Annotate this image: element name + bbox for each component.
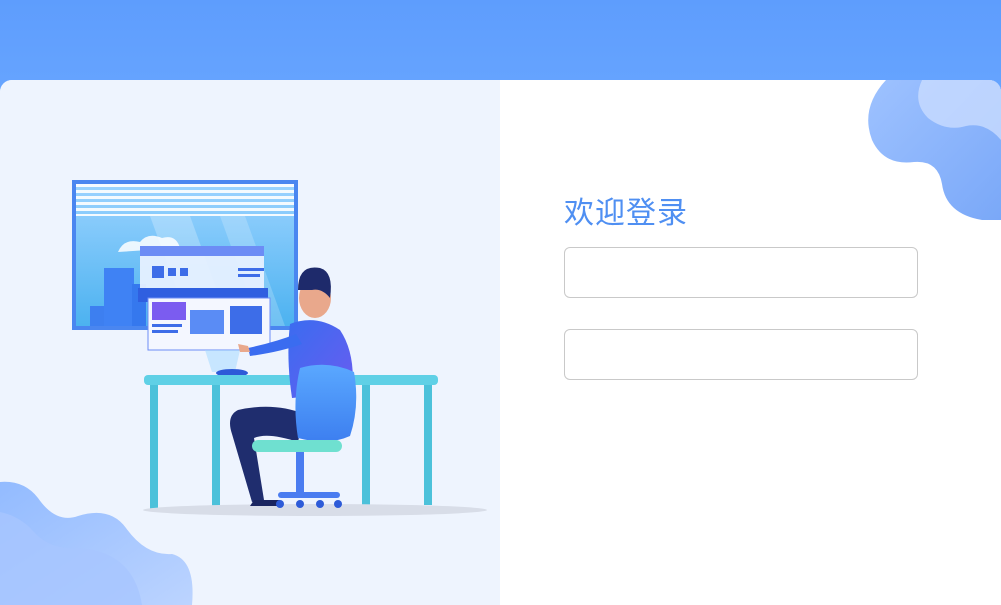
hologram-screen-icon — [138, 246, 271, 377]
cloud-blob-top-right-icon — [868, 80, 1001, 220]
login-form-panel: 欢迎登录 — [500, 80, 1001, 605]
header-band — [0, 0, 1001, 90]
login-card: 欢迎登录 — [0, 80, 1001, 605]
username-input[interactable] — [564, 247, 918, 298]
office-illustration — [0, 180, 487, 605]
password-input[interactable] — [564, 329, 918, 380]
illustration-panel — [0, 80, 500, 605]
chair-icon — [252, 364, 357, 508]
page-title: 欢迎登录 — [564, 196, 688, 231]
